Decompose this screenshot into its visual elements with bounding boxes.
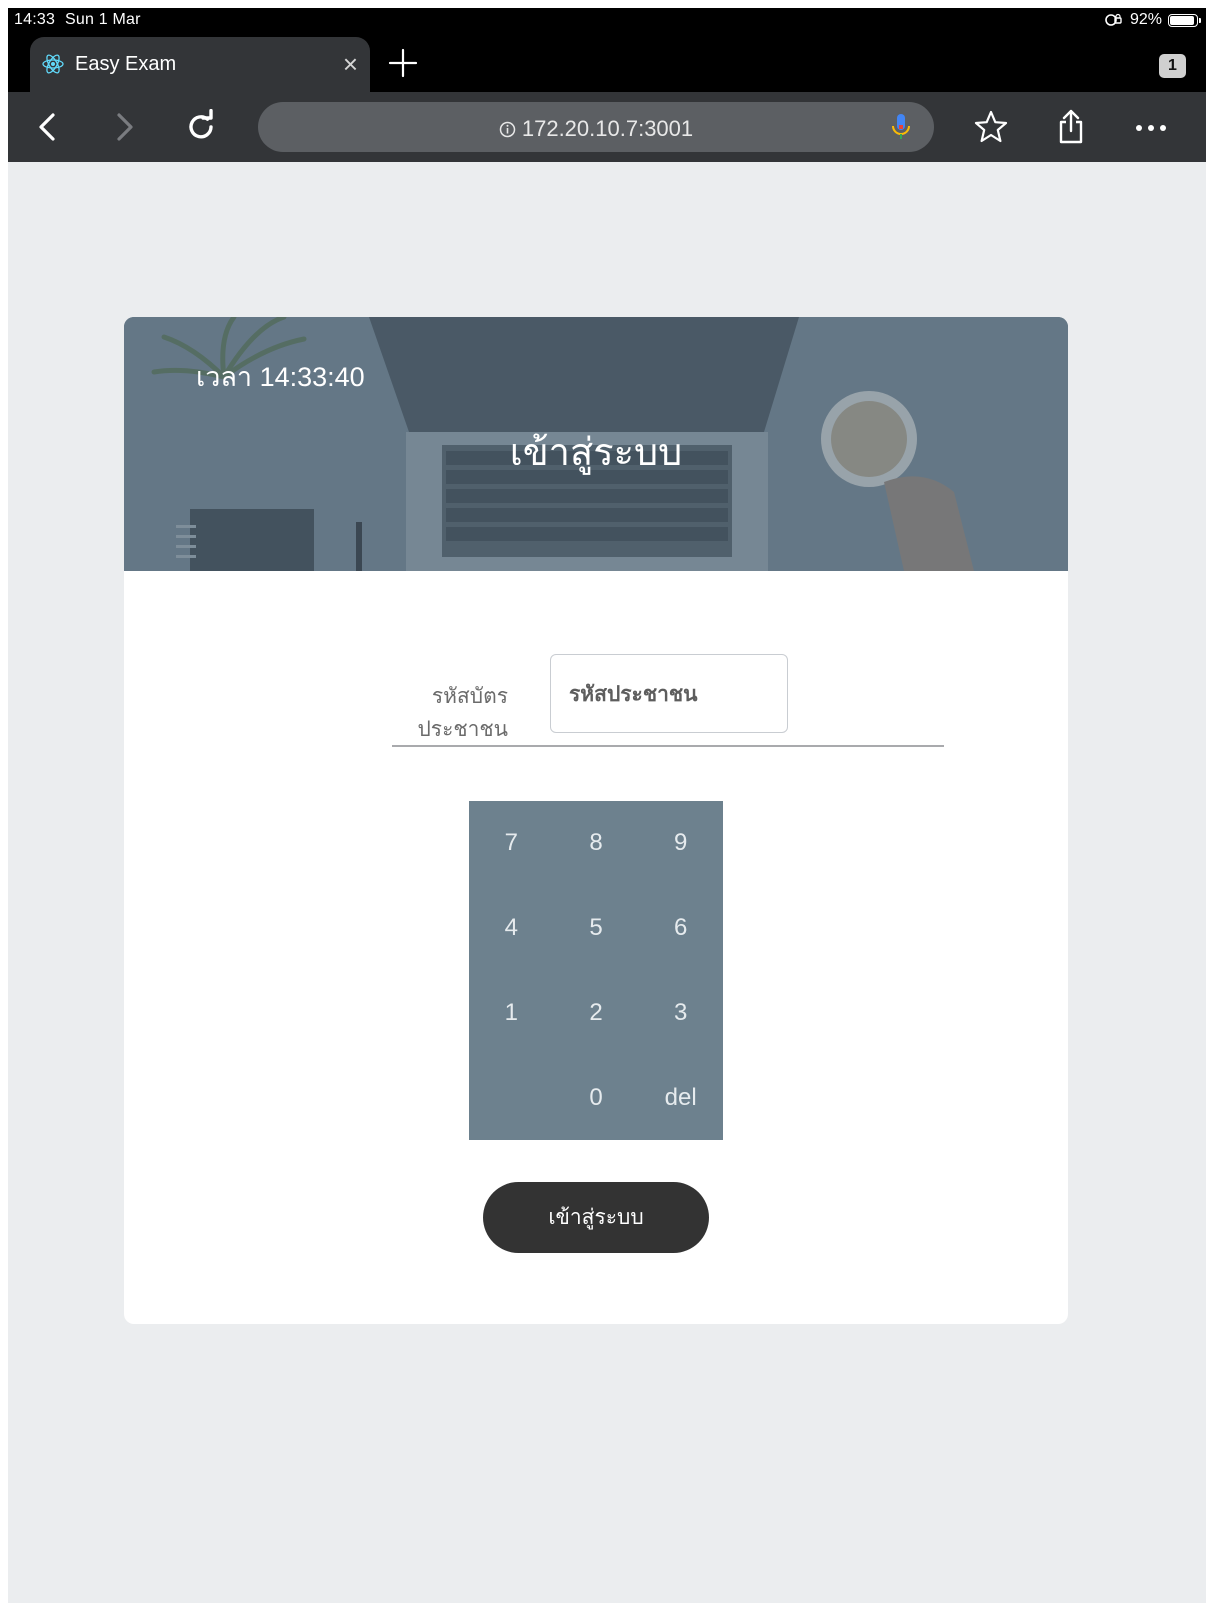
- keypad-key-9[interactable]: 9: [638, 801, 723, 886]
- device-screen: 14:33 Sun 1 Mar 92% Easy Exam × 1 172.20…: [8, 8, 1206, 1603]
- keypad-key-8[interactable]: 8: [554, 801, 639, 886]
- battery-level: [1170, 15, 1194, 25]
- forward-icon[interactable]: [106, 109, 142, 145]
- tab-title: Easy Exam: [75, 53, 177, 75]
- keypad-key-3[interactable]: 3: [638, 971, 723, 1056]
- microphone-icon[interactable]: [890, 113, 912, 141]
- new-tab-plus-icon[interactable]: [388, 48, 418, 78]
- keypad-key-1[interactable]: 1: [469, 971, 554, 1056]
- id-card-label: รหัสบัตรประชาชน: [417, 685, 508, 741]
- keypad-blank: [469, 1055, 554, 1140]
- back-icon[interactable]: [30, 109, 66, 145]
- tab-strip: Easy Exam × 1: [8, 32, 1206, 92]
- react-logo-icon: [42, 54, 64, 74]
- keypad-key-2[interactable]: 2: [554, 971, 639, 1056]
- keypad-key-6[interactable]: 6: [638, 886, 723, 971]
- keypad-key-0[interactable]: 0: [554, 1055, 639, 1140]
- address-bar[interactable]: 172.20.10.7:3001: [258, 102, 934, 152]
- id-card-row: รหัสบัตรประชาชน: [392, 654, 944, 754]
- status-datetime: 14:33 Sun 1 Mar: [14, 11, 141, 29]
- login-title: เข้าสู่ระบบ: [509, 432, 683, 474]
- status-date: Sun 1 Mar: [65, 11, 141, 28]
- battery-percent: 92%: [1129, 11, 1162, 28]
- tab-easy-exam[interactable]: Easy Exam ×: [30, 37, 370, 92]
- info-icon: [499, 121, 516, 138]
- id-card-input[interactable]: [550, 654, 788, 733]
- tab-count-badge[interactable]: 1: [1159, 54, 1186, 78]
- login-submit-button[interactable]: เข้าสู่ระบบ: [483, 1182, 709, 1253]
- browser-toolbar: 172.20.10.7:3001: [8, 92, 1206, 162]
- keypad-key-7[interactable]: 7: [469, 801, 554, 886]
- keypad-key-4[interactable]: 4: [469, 886, 554, 971]
- login-card: เวลา 14:33:40 เข้าสู่ระบบ รหัสบัตรประชาช…: [124, 317, 1068, 1324]
- rotation-lock-icon: [1105, 13, 1122, 26]
- address-display: 172.20.10.7:3001: [258, 116, 934, 142]
- keypad-key-5[interactable]: 5: [554, 886, 639, 971]
- url-text: 172.20.10.7:3001: [521, 116, 694, 141]
- clock-display: เวลา 14:33:40: [196, 362, 365, 392]
- bookmark-star-icon[interactable]: [973, 109, 1009, 145]
- reload-icon[interactable]: [183, 109, 219, 145]
- numeric-keypad: 7 8 9 4 5 6 1 2 3 0 del: [469, 801, 723, 1140]
- keypad-key-delete[interactable]: del: [638, 1055, 723, 1140]
- share-icon[interactable]: [1053, 109, 1089, 145]
- login-header-banner: เวลา 14:33:40 เข้าสู่ระบบ: [124, 317, 1068, 571]
- id-row-divider: [392, 745, 944, 747]
- status-time: 14:33: [14, 11, 56, 28]
- more-menu-icon[interactable]: [1133, 109, 1169, 145]
- tab-close-icon[interactable]: ×: [343, 49, 358, 80]
- battery-icon: [1168, 13, 1201, 27]
- status-indicators: 92%: [1104, 11, 1201, 29]
- status-bar: 14:33 Sun 1 Mar 92%: [8, 8, 1206, 32]
